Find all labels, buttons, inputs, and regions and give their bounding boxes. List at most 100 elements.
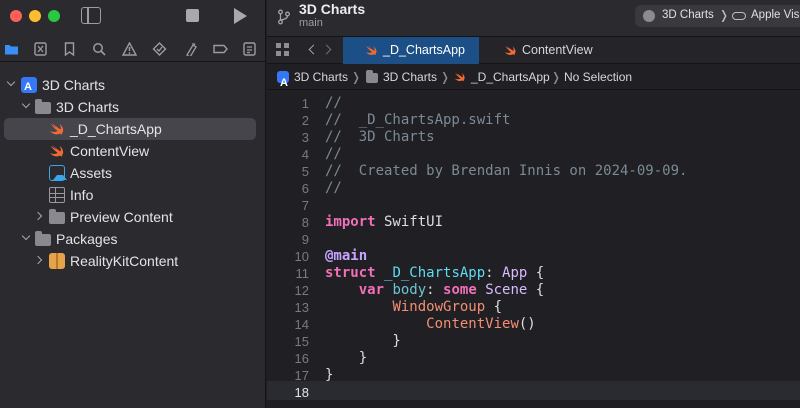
swift-file-icon: [365, 44, 378, 57]
debug-icon[interactable]: [183, 42, 198, 56]
line-number[interactable]: 9: [267, 231, 309, 248]
tree-item-label: Packages: [56, 231, 118, 247]
tab-label: ContentView: [522, 43, 593, 57]
line-number[interactable]: 12: [267, 282, 309, 299]
line-number[interactable]: 15: [267, 333, 309, 350]
line-number[interactable]: 6: [267, 180, 309, 197]
source-control-icon[interactable]: [33, 42, 48, 56]
warning-icon[interactable]: [122, 42, 137, 56]
jump-bar: 3D Charts ❭ 3D Charts ❭ _D_ChartsApp ❭ N…: [267, 64, 800, 96]
jumpbar-symbol[interactable]: No Selection: [564, 64, 632, 90]
code-line[interactable]: import SwiftUI: [325, 214, 443, 231]
line-number[interactable]: 17: [267, 367, 309, 384]
code-line[interactable]: //: [325, 95, 342, 112]
tree-item-info[interactable]: Info: [0, 184, 266, 206]
tree-item-packages[interactable]: Packages: [0, 228, 266, 250]
code-line[interactable]: // 3D Charts: [325, 129, 435, 146]
forward-arrow-icon[interactable]: [321, 44, 332, 55]
line-number[interactable]: 5: [267, 163, 309, 180]
tab-d-chartsapp[interactable]: _D_ChartsApp: [343, 37, 479, 64]
chevron-down-icon[interactable]: [21, 231, 31, 241]
tree-item-file-selected[interactable]: _D_ChartsApp: [0, 118, 266, 140]
line-number[interactable]: 1: [267, 95, 309, 112]
chevron-down-icon[interactable]: [21, 99, 31, 109]
branch-name[interactable]: main: [299, 17, 323, 29]
code-line[interactable]: var body: some Scene {: [325, 282, 544, 299]
line-number[interactable]: 2: [267, 112, 309, 129]
jumpbar-project[interactable]: 3D Charts: [294, 64, 348, 90]
source-editor[interactable]: 1 // 2 // _D_ChartsApp.swift 3 // 3D Charts 4 /…: [267, 92, 800, 408]
code-line[interactable]: WindowGroup {: [325, 299, 502, 316]
line-number[interactable]: 8: [267, 214, 309, 231]
tab-contentview[interactable]: ContentView: [479, 37, 629, 64]
jumpbar-group[interactable]: 3D Charts: [383, 64, 437, 90]
code-token: {: [527, 282, 545, 298]
line-number[interactable]: 7: [267, 197, 309, 214]
chevron-right-icon[interactable]: [33, 211, 43, 221]
folder-icon: [35, 99, 51, 114]
tree-item-group[interactable]: Preview Content: [0, 206, 266, 228]
folder-icon[interactable]: [4, 42, 19, 56]
code-line[interactable]: struct _D_ChartsApp: App {: [325, 265, 544, 282]
chevron-down-icon[interactable]: [6, 77, 16, 87]
run-destination[interactable]: Apple Vis: [751, 9, 799, 21]
tree-item-assets[interactable]: Assets: [0, 162, 266, 184]
close-window-button[interactable]: [10, 10, 22, 22]
code-line[interactable]: }: [325, 350, 367, 367]
breakpoint-icon[interactable]: [213, 42, 228, 56]
chevron-right-icon[interactable]: [33, 255, 43, 265]
code-token: Scene: [485, 282, 528, 298]
folder-icon: [366, 70, 378, 83]
scheme-name[interactable]: 3D Charts: [662, 9, 714, 21]
code-token: body: [392, 282, 427, 298]
navigator-sidebar: 3D Charts 3D Charts _D_ChartsApp Content…: [0, 0, 266, 408]
search-icon[interactable]: [92, 42, 107, 56]
project-title: 3D Charts: [299, 1, 366, 17]
code-token: some: [443, 282, 477, 298]
jumpbar-file[interactable]: _D_ChartsApp: [471, 64, 550, 90]
code-token: // Created by Brendan Innis on 2024-09-0…: [325, 163, 688, 179]
zoom-window-button[interactable]: [48, 10, 60, 22]
code-line[interactable]: ContentView(): [325, 316, 536, 333]
jumpbar-separator: ❭: [440, 70, 451, 84]
plist-icon: [49, 187, 65, 203]
code-line[interactable]: // _D_ChartsApp.swift: [325, 112, 510, 129]
line-number[interactable]: 11: [267, 265, 310, 282]
related-items-icon[interactable]: [276, 43, 289, 56]
code-line[interactable]: @main: [325, 248, 367, 265]
code-line[interactable]: //: [325, 180, 342, 197]
line-number[interactable]: 13: [267, 299, 309, 316]
report-icon[interactable]: [242, 42, 257, 56]
back-arrow-icon[interactable]: [308, 44, 319, 55]
tree-item-project[interactable]: 3D Charts: [0, 74, 266, 98]
code-token: {: [485, 299, 503, 315]
code-token: }: [325, 367, 334, 383]
tree-item-group[interactable]: 3D Charts: [0, 96, 266, 118]
sidebar-toggle-icon[interactable]: [81, 7, 101, 24]
line-number[interactable]: 10: [267, 248, 309, 265]
line-number[interactable]: 14: [267, 316, 309, 333]
code-line[interactable]: //: [325, 146, 342, 163]
line-number[interactable]: 3: [267, 129, 309, 146]
code-line[interactable]: // Created by Brendan Innis on 2024-09-0…: [325, 163, 687, 180]
line-number[interactable]: 18: [267, 384, 309, 401]
line-number[interactable]: 16: [267, 350, 309, 367]
editor-tab-bar: _D_ChartsApp ContentView: [267, 36, 800, 64]
line-number[interactable]: 4: [267, 146, 309, 163]
code-line[interactable]: }: [325, 367, 333, 384]
tree-item-file[interactable]: ContentView: [0, 140, 266, 162]
tree-item-label: _D_ChartsApp: [70, 121, 162, 137]
run-icon[interactable]: [234, 8, 247, 24]
test-icon[interactable]: [152, 42, 167, 56]
code-token: //: [325, 180, 342, 196]
code-line[interactable]: }: [325, 333, 400, 350]
stop-icon[interactable]: [186, 9, 199, 22]
scheme-selector[interactable]: 3D Charts ❭ Apple Vis: [635, 5, 800, 27]
code-token: // _D_ChartsApp.swift: [325, 112, 511, 128]
branch-icon: [277, 9, 291, 25]
bookmark-icon[interactable]: [62, 42, 77, 56]
tree-item-package[interactable]: RealityKitContent: [0, 250, 266, 272]
minimize-window-button[interactable]: [29, 10, 41, 22]
